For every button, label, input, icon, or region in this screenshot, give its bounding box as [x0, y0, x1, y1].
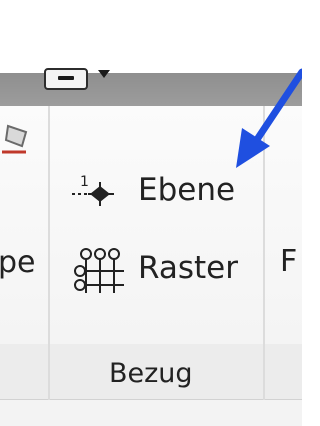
- left-panel-partial-label: pe: [0, 245, 36, 280]
- annotation-arrow-icon: [236, 68, 302, 168]
- reference-plane-label: Ebene: [138, 171, 236, 208]
- reference-plane-icon: 1: [72, 174, 114, 206]
- chevron-down-icon[interactable]: [98, 70, 110, 78]
- pencil-edit-icon[interactable]: [2, 124, 30, 158]
- svg-text:1: 1: [80, 174, 89, 190]
- panel-separator-left: [48, 106, 50, 400]
- right-panel-partial-label: F: [280, 244, 298, 279]
- top-blank-area: [0, 0, 302, 73]
- view-dropdown-button[interactable]: [44, 68, 88, 90]
- ribbon-screenshot: pe F 1 Ebene Raster Bezug: [0, 0, 302, 426]
- dropdown-glyph-icon: [58, 76, 74, 80]
- grid-label: Raster: [138, 249, 238, 286]
- grid-button[interactable]: Raster: [72, 243, 238, 293]
- grid-icon: [74, 248, 124, 293]
- bottom-strip: [0, 400, 302, 426]
- reference-plane-button[interactable]: 1 Ebene: [70, 170, 235, 210]
- reference-group-label: Bezug: [109, 358, 193, 389]
